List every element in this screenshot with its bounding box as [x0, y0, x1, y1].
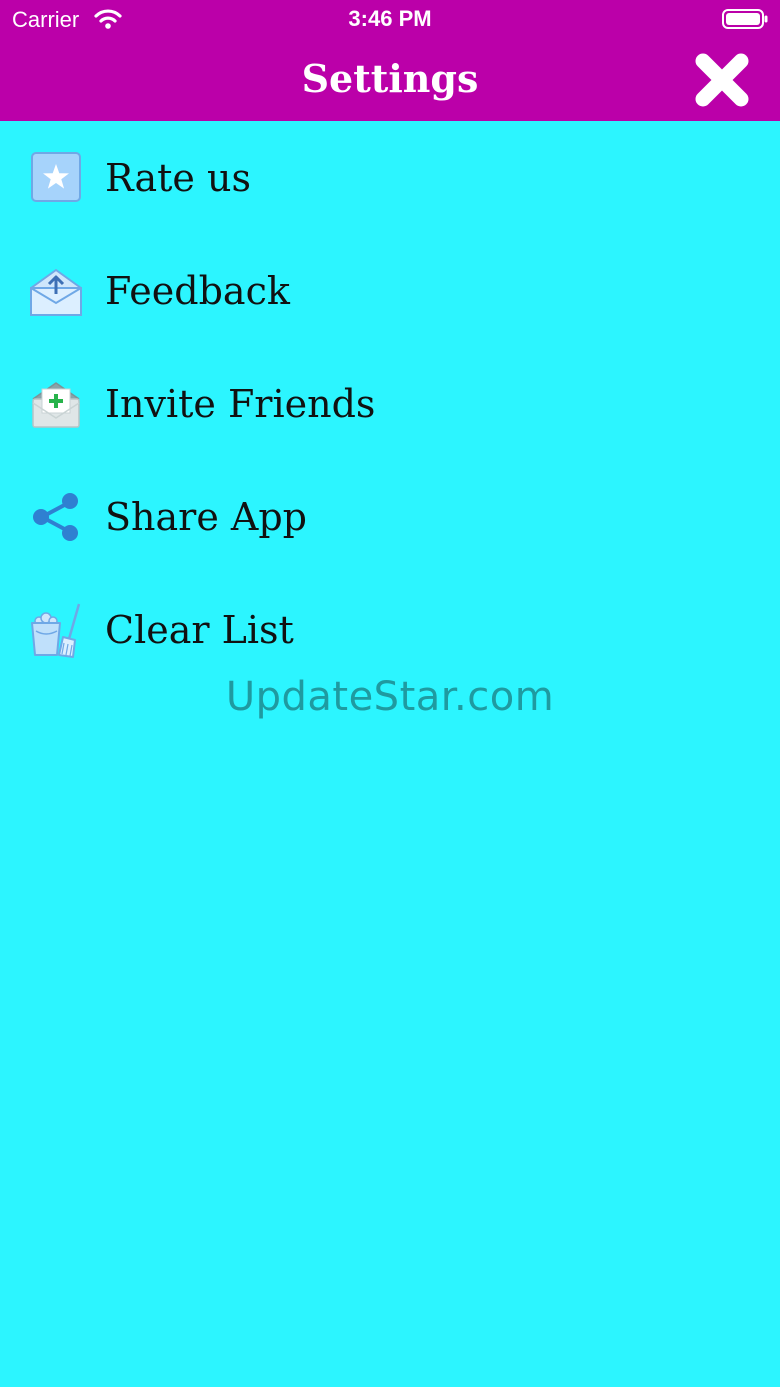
- menu-item-label: Clear List: [105, 608, 294, 652]
- menu-item-feedback[interactable]: Feedback: [0, 234, 780, 347]
- menu-item-label: Share App: [105, 495, 307, 539]
- menu-item-label: Invite Friends: [105, 382, 376, 426]
- star-icon: [31, 152, 81, 202]
- battery-icon: [722, 9, 768, 29]
- menu-item-share-app[interactable]: Share App: [0, 460, 780, 573]
- status-bar: Carrier 3:46 PM: [0, 0, 780, 40]
- menu-item-rate-us[interactable]: Rate us: [0, 121, 780, 234]
- menu-item-invite-friends[interactable]: Invite Friends: [0, 347, 780, 460]
- mail-upload-icon: [30, 269, 82, 316]
- menu-item-label: Rate us: [105, 156, 251, 200]
- menu-item-label: Feedback: [105, 269, 290, 313]
- watermark-text: UpdateStar.com: [225, 674, 555, 720]
- status-time: 3:46 PM: [348, 6, 432, 31]
- invite-envelope-icon: [32, 382, 80, 428]
- top-bar: Carrier 3:46 PM Settings: [0, 0, 780, 121]
- page-title: Settings: [301, 56, 479, 101]
- close-icon[interactable]: [690, 50, 754, 110]
- share-icon: [33, 493, 78, 541]
- bucket-broom-icon: [31, 603, 81, 658]
